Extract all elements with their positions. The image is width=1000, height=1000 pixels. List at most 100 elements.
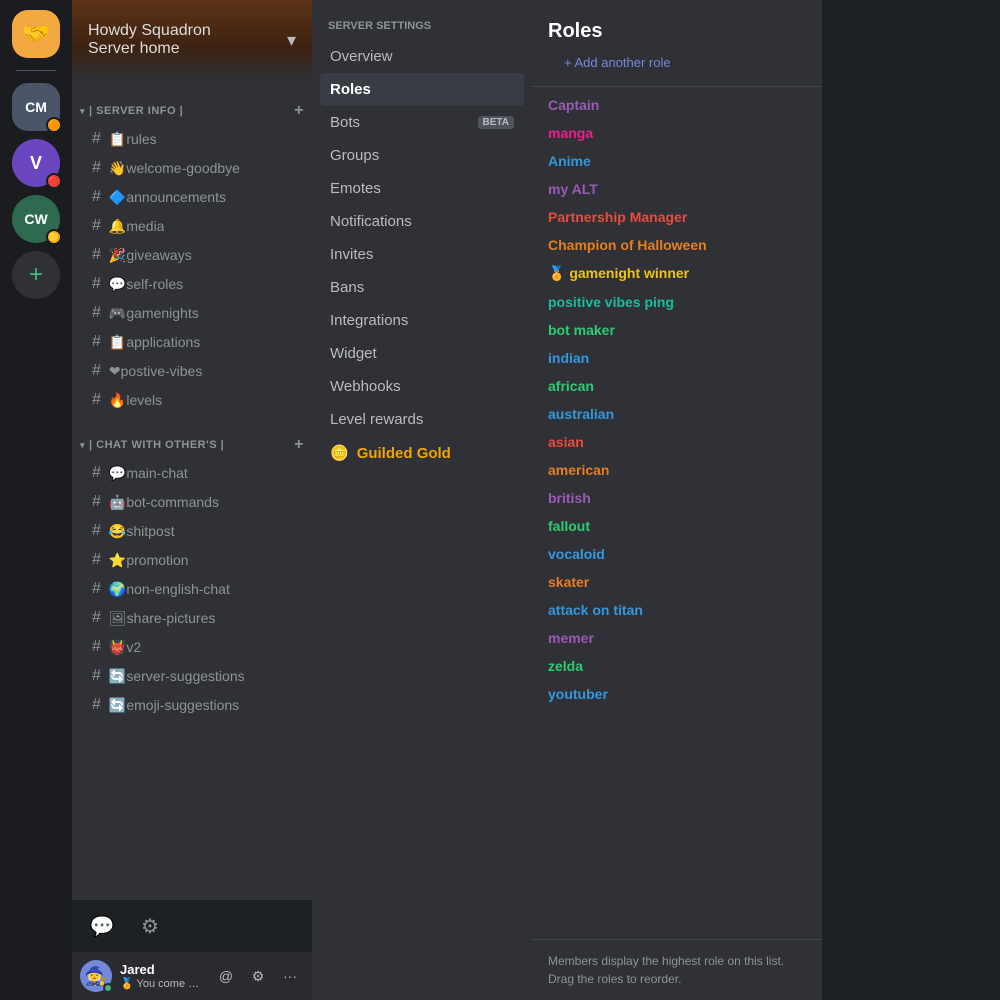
role-african[interactable]: african [532, 372, 822, 400]
channel-share-pictures[interactable]: # 🖼share-pictures [80, 604, 304, 632]
role-gamenight-winner[interactable]: 🏅 gamenight winner [532, 259, 822, 288]
role-skater[interactable]: skater [532, 568, 822, 596]
server-header-text: Howdy Squadron Server home [88, 22, 211, 58]
channel-name: 🔄server-suggestions [109, 668, 245, 685]
hash-icon: # [92, 188, 101, 206]
settings-item-invites[interactable]: Invites [320, 238, 524, 271]
channel-server-suggestions[interactable]: # 🔄server-suggestions [80, 662, 304, 690]
settings-item-level-rewards[interactable]: Level rewards [320, 403, 524, 436]
channel-name: 🎮gamenights [109, 305, 199, 322]
channel-giveaways[interactable]: # 🎉giveaways [80, 241, 304, 269]
channel-welcome-goodbye[interactable]: # 👋welcome-goodbye [80, 154, 304, 182]
role-australian[interactable]: australian [532, 400, 822, 428]
right-area: Server settings Overview Roles Bots BETA… [312, 0, 1000, 1000]
channel-name: 👋welcome-goodbye [109, 160, 240, 177]
guilded-gold-item[interactable]: 🪙 Guilded Gold [320, 436, 524, 470]
server-icon-cm[interactable]: CM 🟠 [12, 83, 60, 131]
role-indian[interactable]: indian [532, 344, 822, 372]
role-memer[interactable]: memer [532, 624, 822, 652]
guilded-gold-icon: 🪙 [330, 444, 349, 462]
settings-item-webhooks[interactable]: Webhooks [320, 370, 524, 403]
roles-panel: Roles + Add another role Captain manga A… [532, 0, 822, 1000]
channel-self-roles[interactable]: # 💬self-roles [80, 270, 304, 298]
server-list: 🤝 CM 🟠 V 🔴 CW 🟡 + [0, 0, 72, 1000]
role-attack-on-titan[interactable]: attack on titan [532, 596, 822, 624]
settings-item-label: Invites [330, 246, 373, 263]
settings-item-roles[interactable]: Roles [320, 73, 524, 106]
channel-name: 📋rules [109, 131, 157, 148]
role-zelda[interactable]: zelda [532, 652, 822, 680]
channel-v2[interactable]: # 👹v2 [80, 633, 304, 661]
category-chat-with-others[interactable]: ▾ | Chat With other's | + [72, 422, 312, 458]
role-my-alt[interactable]: my ALT [532, 175, 822, 203]
channel-gamenights[interactable]: # 🎮gamenights [80, 299, 304, 327]
mention-button[interactable]: @ [212, 962, 240, 990]
settings-item-bans[interactable]: Bans [320, 271, 524, 304]
channel-applications[interactable]: # 📋applications [80, 328, 304, 356]
settings-item-label: Emotes [330, 180, 381, 197]
settings-item-notifications[interactable]: Notifications [320, 205, 524, 238]
channel-media[interactable]: # 🔔media [80, 212, 304, 240]
settings-section-title: Server settings [320, 16, 524, 36]
role-british[interactable]: british [532, 484, 822, 512]
settings-item-integrations[interactable]: Integrations [320, 304, 524, 337]
server-icon-cw[interactable]: CW 🟡 [12, 195, 60, 243]
settings-item-widget[interactable]: Widget [320, 337, 524, 370]
category-server-info[interactable]: ▾ | Server Info | + [72, 88, 312, 124]
hash-icon: # [92, 609, 101, 627]
category-chat-add-button[interactable]: + [294, 436, 304, 454]
user-controls: @ ⚙ ··· [212, 962, 304, 990]
channel-announcements[interactable]: # 🔷announcements [80, 183, 304, 211]
role-positive-vibes-ping[interactable]: positive vibes ping [532, 288, 822, 316]
role-captain[interactable]: Captain [532, 91, 822, 119]
settings-item-label: Overview [330, 48, 393, 65]
server-icon-main[interactable]: 🤝 [12, 10, 60, 58]
category-server-info-label: | Server Info | [89, 105, 183, 117]
role-youtuber[interactable]: youtuber [532, 680, 822, 708]
role-champion-halloween[interactable]: Champion of Halloween [532, 231, 822, 259]
settings-item-label: Roles [330, 81, 371, 98]
hash-icon: # [92, 551, 101, 569]
role-manga[interactable]: manga [532, 119, 822, 147]
channel-name: 💬main-chat [109, 465, 188, 482]
settings-item-groups[interactable]: Groups [320, 139, 524, 172]
role-bot-maker[interactable]: bot maker [532, 316, 822, 344]
channel-levels[interactable]: # 🔥levels [80, 386, 304, 414]
channel-main-chat[interactable]: # 💬main-chat [80, 459, 304, 487]
channel-shitpost[interactable]: # 😂shitpost [80, 517, 304, 545]
channel-rules[interactable]: # 📋rules [80, 125, 304, 153]
settings-item-label: Webhooks [330, 378, 401, 395]
settings-icon[interactable]: ⚙ [128, 904, 172, 948]
server-subtitle: Server home [88, 40, 211, 58]
channel-name: 📋applications [109, 334, 200, 351]
settings-item-overview[interactable]: Overview [320, 40, 524, 73]
hash-icon: # [92, 159, 101, 177]
voice-icon[interactable]: 💬 [80, 904, 124, 948]
role-anime[interactable]: Anime [532, 147, 822, 175]
channel-non-english-chat[interactable]: # 🌍non-english-chat [80, 575, 304, 603]
role-american[interactable]: american [532, 456, 822, 484]
hash-icon: # [92, 246, 101, 264]
channel-bot-commands[interactable]: # 🤖bot-commands [80, 488, 304, 516]
channel-name: ❤postive-vibes [109, 363, 202, 380]
settings-item-label: Integrations [330, 312, 408, 329]
role-asian[interactable]: asian [532, 428, 822, 456]
channel-postive-vibes[interactable]: # ❤postive-vibes [80, 357, 304, 385]
server-badge-v: 🔴 [46, 173, 62, 189]
user-settings-button[interactable]: ⚙ [244, 962, 272, 990]
server-header[interactable]: Howdy Squadron Server home ▾ [72, 0, 312, 80]
role-vocaloid[interactable]: vocaloid [532, 540, 822, 568]
channel-name: 👹v2 [109, 639, 141, 656]
settings-item-bots[interactable]: Bots BETA [320, 106, 524, 139]
add-server-button[interactable]: + [12, 251, 60, 299]
role-partnership-manager[interactable]: Partnership Manager [532, 203, 822, 231]
category-add-button[interactable]: + [294, 102, 304, 120]
channel-emoji-suggestions[interactable]: # 🔄emoji-suggestions [80, 691, 304, 719]
role-fallout[interactable]: fallout [532, 512, 822, 540]
server-icon-v[interactable]: V 🔴 [12, 139, 60, 187]
more-options-button[interactable]: ··· [276, 962, 304, 990]
settings-item-emotes[interactable]: Emotes [320, 172, 524, 205]
add-role-button[interactable]: + Add another role [548, 47, 806, 78]
server-header-chevron-icon[interactable]: ▾ [287, 30, 296, 51]
channel-promotion[interactable]: # ⭐promotion [80, 546, 304, 574]
